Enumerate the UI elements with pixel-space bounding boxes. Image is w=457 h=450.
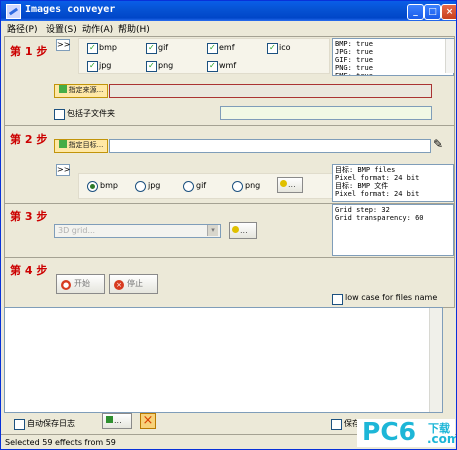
- menu-settings[interactable]: 设置(S): [46, 22, 77, 35]
- log-scrollbar[interactable]: [429, 308, 442, 412]
- step2-panel: 第 2 步 指定目标... ✎ >> bmp jpg gif png ... 目…: [4, 125, 455, 204]
- step3-settings-button[interactable]: ...: [229, 222, 257, 239]
- output-bmp-radio[interactable]: [87, 181, 98, 192]
- source-button-label: 指定来源...: [68, 86, 104, 94]
- step1-heading: 第 1 步: [10, 45, 48, 58]
- grid-effect-select[interactable]: 3D grid...: [54, 224, 221, 238]
- minimize-button[interactable]: _: [407, 4, 424, 20]
- step2-heading: 第 2 步: [10, 133, 48, 146]
- autosave-log-label: 自动保存日志: [27, 419, 75, 428]
- target-button-label: 指定目标...: [68, 141, 104, 149]
- format-ico-checkbox[interactable]: [267, 43, 278, 54]
- low-case-checkbox[interactable]: [332, 294, 343, 305]
- folder-arrow-icon: [58, 85, 67, 93]
- clear-log-button[interactable]: ×: [140, 413, 156, 429]
- watermark-suffix: .com: [427, 432, 457, 446]
- source-path-field[interactable]: [109, 84, 432, 98]
- stop-sign-icon: ●: [61, 280, 71, 290]
- menu-action[interactable]: 动作(A): [82, 22, 113, 35]
- start-button-label: 开始: [74, 279, 90, 288]
- step1-info-box: BMP: true JPG: true GIF: true PNG: true …: [332, 38, 454, 76]
- output-gif-radio[interactable]: [183, 181, 194, 192]
- palette-icon: [280, 180, 287, 187]
- main-window: Images conveyer _ □ × 路径(P) 设置(S) 动作(A) …: [0, 0, 457, 450]
- autosave-log-checkbox[interactable]: [14, 419, 25, 430]
- stop-button-label: 停止: [127, 279, 143, 288]
- save-env-checkbox[interactable]: [331, 419, 342, 430]
- format-wmf-label: wmf: [219, 61, 237, 70]
- step3-heading: 第 3 步: [10, 210, 48, 223]
- step2-expand-button[interactable]: >>: [56, 164, 70, 176]
- save-log-label: ...: [114, 416, 122, 425]
- stop-button[interactable]: × 停止: [109, 274, 158, 294]
- include-subfolders-checkbox[interactable]: [54, 109, 65, 120]
- log-area[interactable]: [4, 307, 443, 413]
- subfolder-mask-field[interactable]: [220, 106, 432, 120]
- step4-heading: 第 4 步: [10, 264, 48, 277]
- step1-expand-button[interactable]: >>: [56, 39, 70, 51]
- step1-panel: 第 1 步 >> bmp gif emf ico jpg png wmf BMP…: [4, 36, 455, 126]
- step1-info-scrollbar[interactable]: [445, 39, 454, 73]
- step3-panel: 第 3 步 3D grid... ▾ ... Grid step: 32 Gri…: [4, 203, 455, 258]
- step3-info-box: Grid step: 32 Grid transparency: 60: [332, 204, 454, 256]
- step2-info-box: 目标: BMP files Pixel format: 24 bit 目标: B…: [332, 164, 454, 202]
- output-png-radio[interactable]: [232, 181, 243, 192]
- target-path-field[interactable]: [109, 139, 431, 153]
- step3-settings-label: ...: [240, 226, 248, 235]
- palette-icon: [232, 226, 239, 233]
- target-button[interactable]: 指定目标...: [54, 139, 108, 153]
- output-jpg-radio[interactable]: [135, 181, 146, 192]
- format-gif-label: gif: [158, 43, 169, 52]
- step2-settings-button[interactable]: ...: [277, 177, 303, 193]
- floppy-icon: [106, 416, 113, 423]
- save-log-button[interactable]: ...: [102, 413, 132, 429]
- title-bar: Images conveyer _ □ ×: [1, 1, 456, 21]
- cross-icon: ×: [114, 280, 124, 290]
- output-bmp-label: bmp: [100, 181, 118, 190]
- format-emf-label: emf: [219, 43, 235, 52]
- menu-help[interactable]: 帮助(H): [118, 22, 150, 35]
- site-watermark: PC6 下载 .com: [357, 417, 457, 447]
- format-wmf-checkbox[interactable]: [207, 61, 218, 72]
- output-jpg-label: jpg: [148, 181, 161, 190]
- menu-path[interactable]: 路径(P): [7, 22, 37, 35]
- menu-bar: 路径(P) 设置(S) 动作(A) 帮助(H): [1, 21, 456, 35]
- format-gif-checkbox[interactable]: [146, 43, 157, 54]
- start-button[interactable]: ● 开始: [56, 274, 105, 294]
- format-bmp-label: bmp: [99, 43, 117, 52]
- format-jpg-checkbox[interactable]: [87, 61, 98, 72]
- output-gif-label: gif: [196, 181, 207, 190]
- low-case-label: low case for files name: [345, 293, 438, 302]
- include-subfolders-label: 包括子文件夹: [67, 109, 115, 118]
- format-ico-label: ico: [279, 43, 291, 52]
- step4-panel: 第 4 步 ● 开始 × 停止 low case for files name: [4, 257, 455, 308]
- format-jpg-label: jpg: [99, 61, 112, 70]
- pen-icon[interactable]: ✎: [433, 138, 443, 150]
- format-png-label: png: [158, 61, 174, 70]
- close-button[interactable]: ×: [441, 4, 456, 20]
- format-emf-checkbox[interactable]: [207, 43, 218, 54]
- window-title: Images conveyer: [25, 4, 116, 15]
- watermark-brand: PC6: [362, 417, 417, 446]
- app-icon: [6, 4, 21, 19]
- step2-settings-label: ...: [288, 180, 296, 189]
- output-png-label: png: [245, 181, 261, 190]
- format-png-checkbox[interactable]: [146, 61, 157, 72]
- source-button[interactable]: 指定来源...: [54, 84, 108, 98]
- folder-arrow-icon: [58, 140, 67, 148]
- format-bmp-checkbox[interactable]: [87, 43, 98, 54]
- status-text: Selected 59 effects from 59: [5, 438, 116, 447]
- maximize-button[interactable]: □: [424, 4, 441, 20]
- chevron-down-icon[interactable]: ▾: [207, 225, 218, 236]
